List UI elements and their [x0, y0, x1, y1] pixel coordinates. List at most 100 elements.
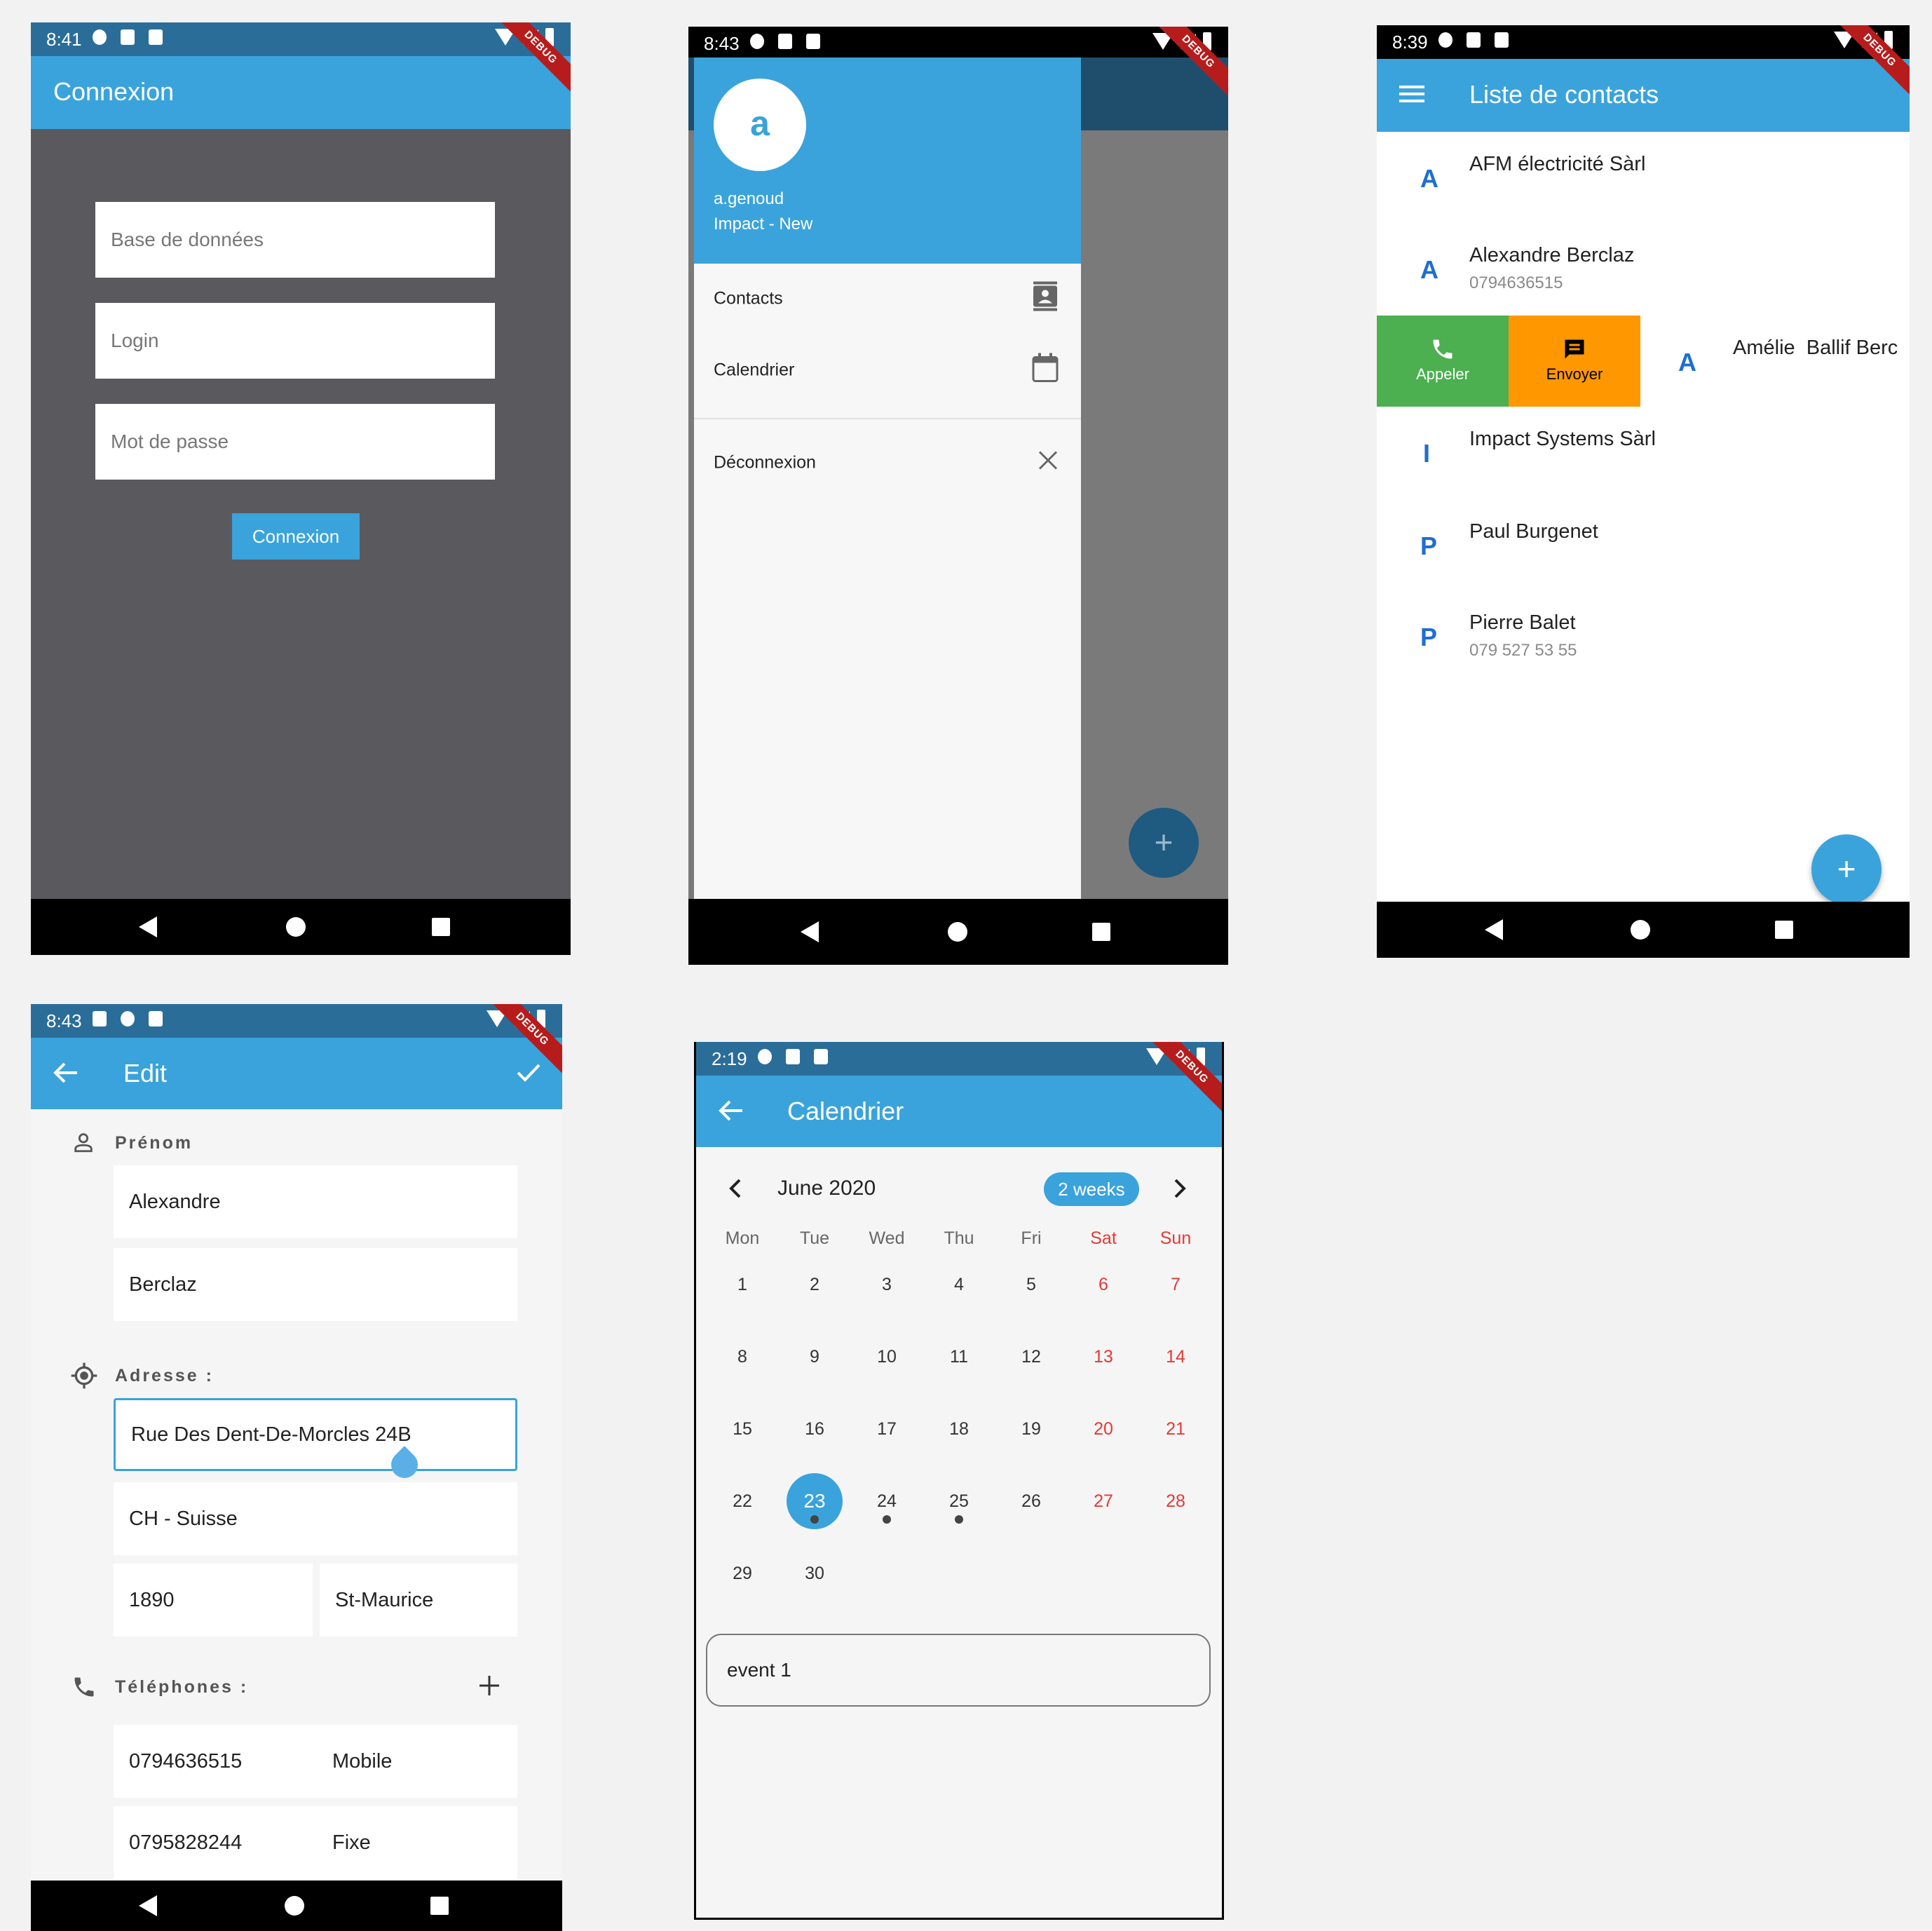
calendar-day[interactable]: 15: [714, 1419, 770, 1439]
login-button[interactable]: Connexion: [232, 513, 360, 560]
city-field[interactable]: St-Maurice: [320, 1564, 517, 1637]
app-bar: Calendrier: [696, 1076, 1222, 1147]
calendar-day[interactable]: 4: [931, 1275, 987, 1295]
phone-number-field[interactable]: 0794636515 Mobile: [114, 1725, 517, 1798]
save-check-icon[interactable]: [516, 1062, 541, 1088]
recents-nav-icon[interactable]: [430, 1897, 449, 1915]
calendar-day[interactable]: 7: [1148, 1275, 1204, 1295]
first-name-section-label: Prénom: [115, 1133, 193, 1153]
list-item[interactable]: A AFM électricité Sàrl: [1377, 132, 1910, 223]
first-name-field[interactable]: Alexandre: [114, 1165, 517, 1238]
calendar-day[interactable]: 13: [1075, 1347, 1131, 1367]
calendar-day[interactable]: 5: [1003, 1275, 1059, 1295]
calendar-day[interactable]: 1: [714, 1275, 770, 1295]
add-contact-fab[interactable]: +: [1811, 834, 1882, 904]
country-field[interactable]: CH - Suisse: [114, 1482, 517, 1555]
weekday-header: Wed: [869, 1228, 905, 1248]
calendar-day[interactable]: 27: [1075, 1491, 1131, 1512]
page-title: Liste de contacts: [1469, 80, 1659, 109]
drawer-item-calendar[interactable]: Calendrier: [694, 335, 1081, 405]
list-item[interactable]: P Pierre Balet 079 527 53 55: [1377, 590, 1910, 682]
calendar-day[interactable]: 24: [859, 1491, 915, 1512]
calendar-day[interactable]: 28: [1148, 1491, 1204, 1512]
calendar-day[interactable]: 11: [931, 1347, 987, 1367]
recents-nav-icon[interactable]: [1092, 923, 1110, 941]
calendar-day[interactable]: 12: [1003, 1347, 1059, 1367]
calendar-day[interactable]: 20: [1075, 1419, 1131, 1439]
calendar-day[interactable]: 21: [1148, 1419, 1204, 1439]
status-icons: [758, 1049, 828, 1064]
status-bar: 8:43: [688, 27, 1228, 60]
calendar-day[interactable]: 17: [859, 1419, 915, 1439]
calendar-day[interactable]: 26: [1003, 1491, 1059, 1512]
event-card[interactable]: event 1: [706, 1634, 1211, 1707]
back-nav-icon[interactable]: [139, 1895, 157, 1916]
sd-card-icon: [1495, 32, 1509, 48]
calendar-screen-phone: 2:19 Calendrier June 2020 2 weeks Mon Tue…: [694, 1042, 1224, 1920]
chevron-right-icon[interactable]: [1173, 1178, 1187, 1202]
call-action-button[interactable]: Appeler: [1377, 316, 1509, 407]
back-nav-icon[interactable]: [139, 916, 157, 937]
list-item-swiped[interactable]: Appeler Envoyer A Amélie Ballif Berc: [1377, 316, 1910, 407]
recents-nav-icon[interactable]: [432, 918, 450, 936]
gear-icon: [93, 29, 107, 45]
calendar-day[interactable]: 16: [787, 1419, 843, 1439]
home-nav-icon[interactable]: [285, 1896, 304, 1916]
calendar-day[interactable]: 6: [1075, 1275, 1131, 1295]
status-time: 8:41: [46, 29, 82, 50]
android-nav-bar: [688, 899, 1228, 965]
edit-form: Prénom Alexandre Berclaz Adresse : Rue D…: [31, 1109, 562, 1881]
calendar-day[interactable]: 18: [931, 1419, 987, 1439]
back-nav-icon[interactable]: [1485, 919, 1503, 940]
calendar-day[interactable]: 14: [1148, 1347, 1204, 1367]
recents-nav-icon[interactable]: [1775, 921, 1793, 939]
weekday-header: Sat: [1090, 1228, 1117, 1248]
calendar-day[interactable]: 22: [714, 1491, 770, 1512]
contact-name: Pierre Balet: [1469, 611, 1576, 634]
fab-dimmed[interactable]: +: [1129, 808, 1199, 878]
list-item[interactable]: A Alexandre Berclaz 0794636515: [1377, 223, 1910, 314]
calendar-day[interactable]: 30: [787, 1564, 843, 1584]
street-field[interactable]: Rue Des Dent-De-Morcles 24B: [114, 1398, 517, 1471]
calendar-day[interactable]: 2: [787, 1275, 843, 1295]
home-nav-icon[interactable]: [948, 922, 967, 942]
android-nav-bar: [31, 899, 571, 955]
weekday-header: Mon: [725, 1228, 760, 1248]
calendar-day[interactable]: 3: [859, 1275, 915, 1295]
back-nav-icon[interactable]: [801, 921, 819, 942]
calendar-day[interactable]: 25: [931, 1491, 987, 1512]
drawer-item-label: Déconnexion: [714, 452, 816, 473]
send-action-button[interactable]: Envoyer: [1509, 316, 1640, 407]
login-input[interactable]: Login: [95, 303, 495, 379]
calendar-day[interactable]: 8: [714, 1347, 770, 1367]
calendar-day[interactable]: 9: [787, 1347, 843, 1367]
home-nav-icon[interactable]: [1631, 920, 1650, 940]
zip-field[interactable]: 1890: [114, 1564, 313, 1637]
drawer-item-logout[interactable]: Déconnexion: [694, 428, 1081, 498]
add-phone-icon[interactable]: [478, 1674, 501, 1700]
database-input[interactable]: Base de données: [95, 202, 495, 278]
back-arrow-icon[interactable]: [719, 1099, 744, 1125]
contact-list: A AFM électricité Sàrl A Alexandre Bercl…: [1377, 132, 1910, 924]
last-name-field[interactable]: Berclaz: [114, 1248, 517, 1321]
contact-phone: 079 527 53 55: [1469, 641, 1577, 660]
location-icon: [70, 1362, 98, 1393]
contact-name: Paul Burgenet: [1469, 520, 1598, 543]
back-arrow-icon[interactable]: [53, 1062, 79, 1088]
calendar-day[interactable]: 29: [714, 1564, 770, 1584]
phone-number-field[interactable]: 0795828244 Fixe: [114, 1806, 517, 1879]
gear-icon: [758, 1049, 772, 1064]
list-item[interactable]: P Paul Burgenet: [1377, 499, 1910, 590]
list-item[interactable]: I Impact Systems Sàrl: [1377, 407, 1910, 498]
password-input[interactable]: Mot de passe: [95, 404, 495, 480]
calendar-day[interactable]: 10: [859, 1347, 915, 1367]
calendar-day[interactable]: 23: [787, 1490, 843, 1512]
calendar-day[interactable]: 19: [1003, 1419, 1059, 1439]
home-nav-icon[interactable]: [286, 917, 306, 937]
event-marker: [810, 1515, 819, 1524]
format-toggle-button[interactable]: 2 weeks: [1044, 1172, 1139, 1206]
chevron-left-icon[interactable]: [728, 1178, 742, 1202]
weekday-header: Tue: [799, 1228, 830, 1248]
menu-icon[interactable]: [1399, 84, 1424, 107]
drawer-item-contacts[interactable]: Contacts: [694, 264, 1081, 334]
